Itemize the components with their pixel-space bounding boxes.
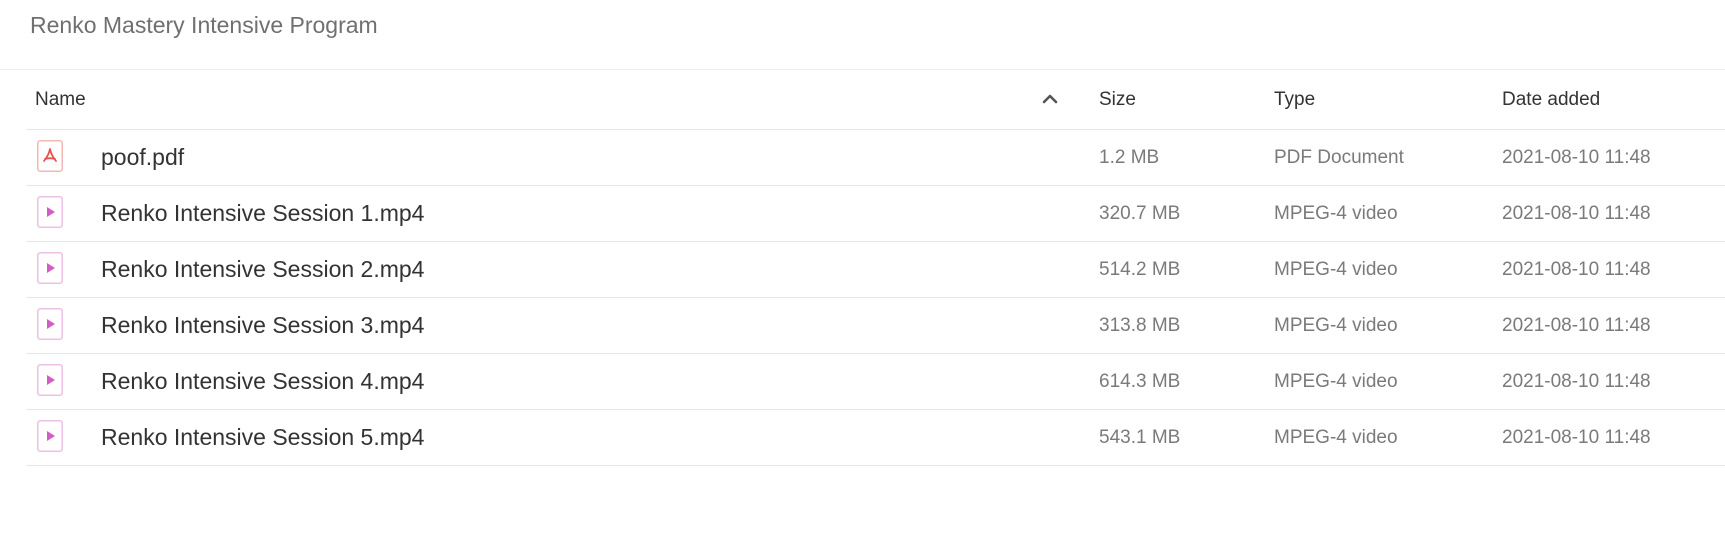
file-date-added: 2021-08-10 11:48 — [1502, 315, 1651, 336]
column-header-name[interactable]: Name — [35, 70, 86, 129]
file-date-added: 2021-08-10 11:48 — [1502, 371, 1651, 392]
file-name[interactable]: poof.pdf — [101, 130, 184, 185]
video-file-icon — [37, 252, 63, 284]
file-type: MPEG-4 video — [1274, 203, 1398, 224]
file-type: MPEG-4 video — [1274, 259, 1398, 280]
file-type: MPEG-4 video — [1274, 315, 1398, 336]
file-name[interactable]: Renko Intensive Session 5.mp4 — [101, 410, 424, 465]
file-date-added: 2021-08-10 11:48 — [1502, 259, 1651, 280]
file-name[interactable]: Renko Intensive Session 2.mp4 — [101, 242, 424, 297]
video-file-icon — [37, 196, 63, 228]
file-name[interactable]: Renko Intensive Session 3.mp4 — [101, 298, 424, 353]
file-date-added: 2021-08-10 11:48 — [1502, 203, 1651, 224]
folder-title: Renko Mastery Intensive Program — [30, 12, 378, 38]
file-table: Name Size Type Date added poof.pdf 1.2 M… — [26, 70, 1725, 466]
file-size: 514.2 MB — [1099, 259, 1181, 280]
file-size: 1.2 MB — [1099, 147, 1160, 168]
table-header: Name Size Type Date added — [26, 70, 1725, 130]
table-row[interactable]: Renko Intensive Session 4.mp4 614.3 MB M… — [26, 354, 1725, 410]
chevron-up-icon[interactable] — [1042, 92, 1058, 106]
file-name[interactable]: Renko Intensive Session 4.mp4 — [101, 354, 424, 409]
video-file-icon — [37, 420, 63, 452]
file-name[interactable]: Renko Intensive Session 1.mp4 — [101, 186, 424, 241]
table-row[interactable]: Renko Intensive Session 2.mp4 514.2 MB M… — [26, 242, 1725, 298]
table-row[interactable]: poof.pdf 1.2 MB PDF Document 2021-08-10 … — [26, 130, 1725, 186]
table-row[interactable]: Renko Intensive Session 5.mp4 543.1 MB M… — [26, 410, 1725, 466]
table-row[interactable]: Renko Intensive Session 3.mp4 313.8 MB M… — [26, 298, 1725, 354]
table-row[interactable]: Renko Intensive Session 1.mp4 320.7 MB M… — [26, 186, 1725, 242]
file-type: MPEG-4 video — [1274, 427, 1398, 448]
video-file-icon — [37, 308, 63, 340]
file-type: PDF Document — [1274, 147, 1404, 168]
video-file-icon — [37, 364, 63, 396]
file-date-added: 2021-08-10 11:48 — [1502, 427, 1651, 448]
column-header-date-added[interactable]: Date added — [1502, 70, 1600, 129]
pdf-file-icon — [37, 140, 63, 172]
file-date-added: 2021-08-10 11:48 — [1502, 147, 1651, 168]
file-type: MPEG-4 video — [1274, 371, 1398, 392]
file-size: 320.7 MB — [1099, 203, 1181, 224]
column-header-size[interactable]: Size — [1099, 70, 1136, 129]
file-size: 614.3 MB — [1099, 371, 1181, 392]
file-size: 543.1 MB — [1099, 427, 1181, 448]
file-size: 313.8 MB — [1099, 315, 1181, 336]
column-header-type[interactable]: Type — [1274, 70, 1315, 129]
